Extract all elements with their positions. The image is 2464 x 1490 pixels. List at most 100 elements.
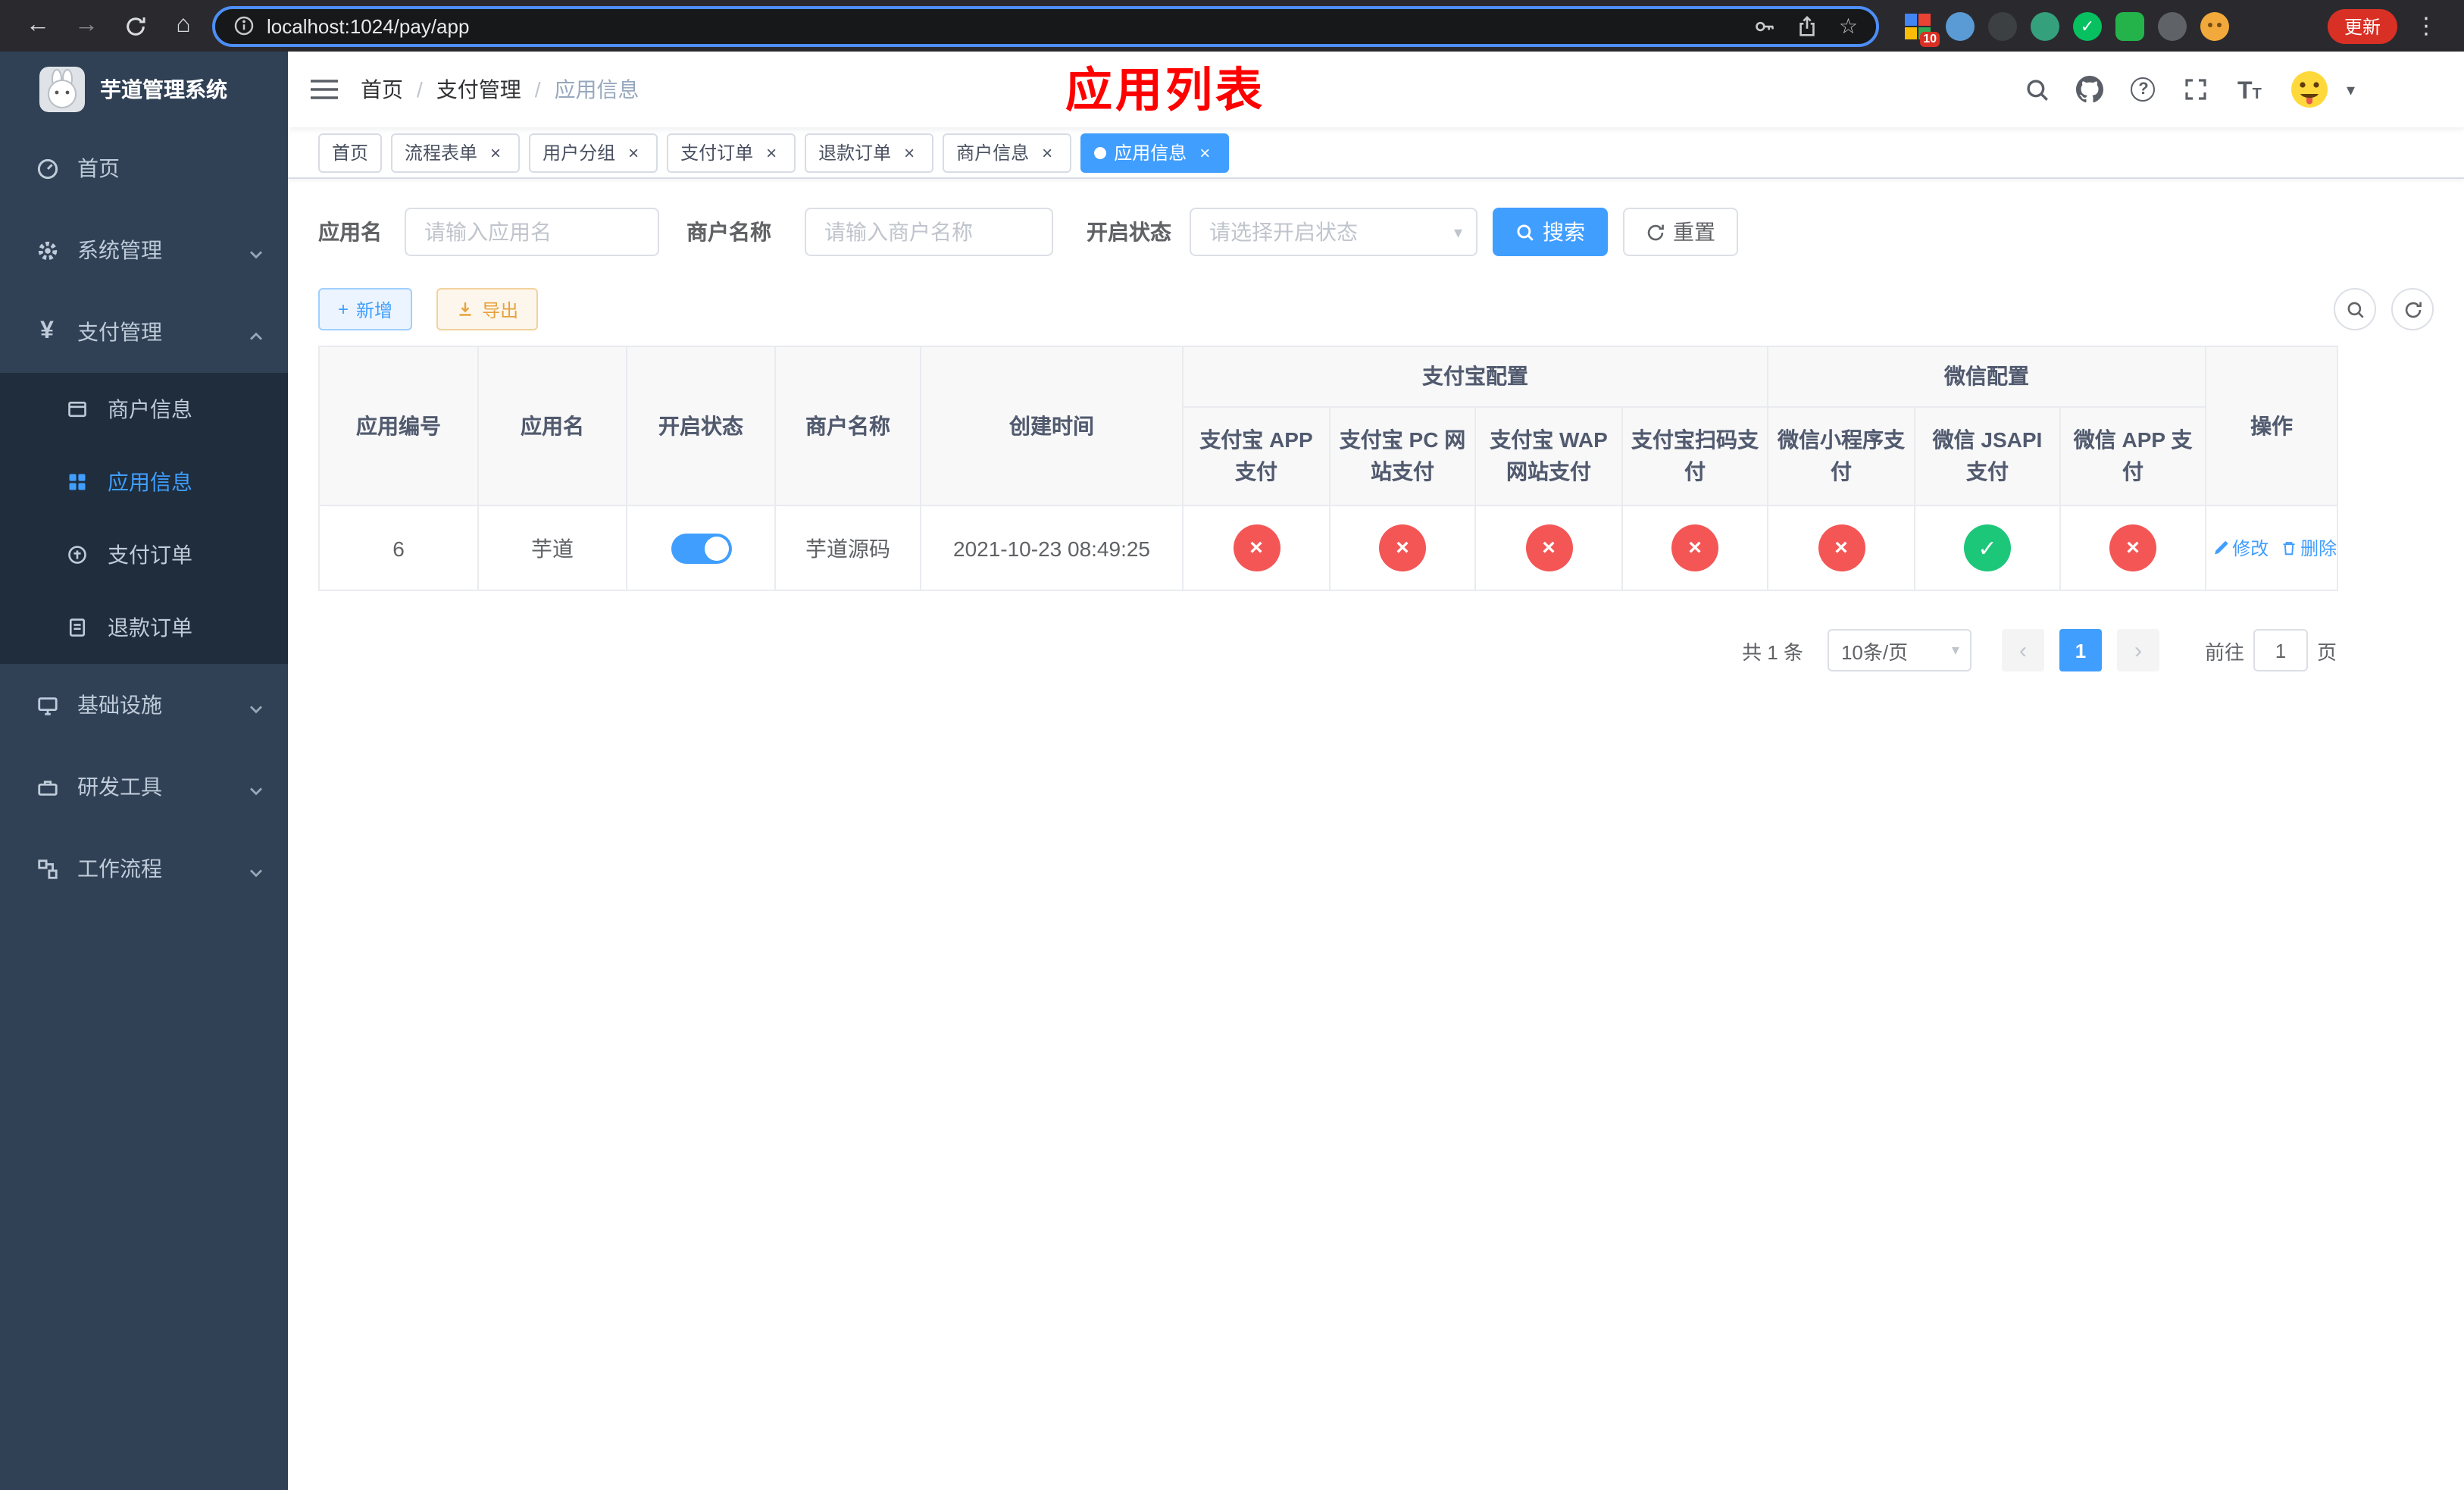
bookmark-star-icon[interactable]: ☆ <box>1839 13 1858 39</box>
tab-user-group[interactable]: 用户分组 × <box>529 133 658 172</box>
sidebar-item-workflow[interactable]: 工作流程 <box>0 828 288 909</box>
app-name-input[interactable] <box>405 208 659 256</box>
tab-home[interactable]: 首页 <box>318 133 383 172</box>
caret-down-icon[interactable]: ▾ <box>2347 80 2355 99</box>
alipay-pc-status-icon: × <box>1379 524 1426 571</box>
browser-forward-icon[interactable]: → <box>67 6 106 45</box>
sidebar-item-merchant-info[interactable]: 商户信息 <box>0 373 288 446</box>
chevron-down-icon <box>249 779 264 796</box>
close-icon[interactable]: × <box>1037 142 1058 163</box>
github-icon[interactable] <box>2075 74 2106 105</box>
card-icon <box>61 399 94 420</box>
goto-page-input[interactable] <box>2253 629 2308 671</box>
toolbox-icon <box>30 775 64 798</box>
sidebar-item-home[interactable]: 首页 <box>0 127 288 209</box>
avatar[interactable] <box>2287 67 2333 112</box>
refresh-table-button[interactable] <box>2391 288 2434 330</box>
browser-back-icon[interactable]: ← <box>18 6 58 45</box>
status-label: 开启状态 <box>1087 220 1171 244</box>
merchant-name-input[interactable] <box>805 208 1053 256</box>
extension-avatar-icon[interactable] <box>2031 11 2059 40</box>
address-bar[interactable]: localhost:1024/pay/app ☆ <box>212 5 1879 46</box>
sidebar-item-refund-orders[interactable]: 退款订单 <box>0 591 288 664</box>
status-toggle[interactable] <box>671 533 731 563</box>
tabs-bar: 首页 流程表单 × 用户分组 × 支付订单 × 退款订单 × 商户信息 × 应用… <box>288 127 2464 179</box>
tab-process-form[interactable]: 流程表单 × <box>391 133 521 172</box>
browser-refresh-icon[interactable] <box>115 6 155 45</box>
sidebar-toggle-icon[interactable] <box>288 52 361 127</box>
site-info-icon[interactable] <box>233 15 255 36</box>
tab-app-info[interactable]: 应用信息 × <box>1080 133 1230 172</box>
col-header-wechat-jsapi: 微信 JSAPI 支付 <box>1914 406 2061 506</box>
goto-suffix: 页 <box>2316 640 2337 663</box>
sidebar-item-label: 工作流程 <box>77 856 162 881</box>
navbar: 首页 / 支付管理 / 应用信息 应用列表 ? TT ▾ <box>288 52 2464 127</box>
next-page-button[interactable]: › <box>2116 629 2159 671</box>
tab-refund-orders[interactable]: 退款订单 × <box>805 133 934 172</box>
navbar-actions: ? TT ▾ <box>2022 67 2464 112</box>
sidebar-item-app-info[interactable]: 应用信息 <box>0 446 288 518</box>
col-header-wechat-app: 微信 APP 支付 <box>2059 406 2207 506</box>
wechat-mini-status-icon: × <box>1818 524 1865 571</box>
monitor-icon <box>30 693 64 716</box>
content: 应用名 商户名称 开启状态 请选择开启状态 ▾ 搜索 重置 <box>288 179 2464 1490</box>
sidebar: 芋道管理系统 首页 系统管理 ¥ 支付管理 商户信息 应用信息 支付订单 退款订… <box>0 52 288 1490</box>
breadcrumb-separator: / <box>417 77 423 102</box>
page-number-button[interactable]: 1 <box>2059 629 2102 671</box>
sidebar-item-infrastructure[interactable]: 基础设施 <box>0 664 288 746</box>
breadcrumb-payment[interactable]: 支付管理 <box>436 74 521 105</box>
delete-link[interactable]: 删除 <box>2281 535 2337 561</box>
alipay-qr-status-icon: × <box>1671 524 1718 571</box>
page-size-select[interactable]: 10条/页 ▾ <box>1827 629 1972 671</box>
extension-chat-icon[interactable] <box>2115 11 2144 40</box>
breadcrumb-current: 应用信息 <box>554 77 639 102</box>
close-icon[interactable]: × <box>623 142 644 163</box>
active-dot <box>1094 146 1107 158</box>
status-select[interactable]: 请选择开启状态 ▾ <box>1190 208 1477 256</box>
reset-button[interactable]: 重置 <box>1623 208 1738 256</box>
add-button[interactable]: + 新增 <box>318 288 413 330</box>
extension-badge: 10 <box>1920 31 1940 46</box>
close-icon[interactable]: × <box>485 142 506 163</box>
close-icon[interactable]: × <box>1194 142 1215 163</box>
app-title: 芋道管理系统 <box>100 77 227 102</box>
wechat-jsapi-status-icon: ✓ <box>1964 524 2011 571</box>
sidebar-item-label: 首页 <box>77 156 120 180</box>
browser-home-icon[interactable]: ⌂ <box>164 6 203 45</box>
extension-wechat-icon[interactable]: ✓ <box>2073 11 2102 40</box>
workflow-icon <box>30 857 64 880</box>
export-button[interactable]: 导出 <box>436 288 539 330</box>
close-icon[interactable]: × <box>761 142 782 163</box>
extension-grid-icon[interactable]: 10 <box>1903 11 1940 46</box>
prev-page-button[interactable]: ‹ <box>2001 629 2044 671</box>
show-search-button[interactable] <box>2334 288 2376 330</box>
browser-update-button[interactable]: 更新 <box>2327 8 2397 43</box>
sidebar-item-dev-tools[interactable]: 研发工具 <box>0 746 288 828</box>
font-size-icon[interactable]: TT <box>2234 74 2265 105</box>
edit-link[interactable]: 修改 <box>2212 535 2269 561</box>
browser-menu-icon[interactable]: ⋮ <box>2406 6 2446 45</box>
extension-drop-icon[interactable] <box>1946 11 1975 40</box>
chevron-down-icon: ▾ <box>1951 642 1959 659</box>
breadcrumb-home[interactable]: 首页 <box>361 74 403 105</box>
search-button[interactable]: 搜索 <box>1493 208 1608 256</box>
app-name-label: 应用名 <box>318 220 382 244</box>
app-logo[interactable]: 芋道管理系统 <box>0 52 288 127</box>
chevron-down-icon <box>249 243 264 259</box>
extension-puzzle-icon[interactable] <box>2158 11 2187 40</box>
help-icon[interactable]: ? <box>2128 74 2159 105</box>
search-icon[interactable] <box>2022 74 2053 105</box>
sidebar-item-label: 应用信息 <box>108 470 192 494</box>
extension-dark-icon[interactable] <box>1988 11 2017 40</box>
share-icon[interactable] <box>1796 14 1819 37</box>
sidebar-item-payment[interactable]: ¥ 支付管理 <box>0 291 288 373</box>
password-key-icon[interactable] <box>1754 14 1777 37</box>
sidebar-item-payment-orders[interactable]: 支付订单 <box>0 518 288 591</box>
close-icon[interactable]: × <box>899 142 920 163</box>
tab-payment-orders[interactable]: 支付订单 × <box>667 133 796 172</box>
extension-face-icon[interactable] <box>2200 11 2229 40</box>
fullscreen-icon[interactable] <box>2181 74 2212 105</box>
screen: ← → ⌂ localhost:1024/pay/app ☆ 10 ✓ 更新 ⋮… <box>0 0 2464 1490</box>
tab-merchant-info[interactable]: 商户信息 × <box>943 133 1072 172</box>
sidebar-item-system[interactable]: 系统管理 <box>0 209 288 291</box>
